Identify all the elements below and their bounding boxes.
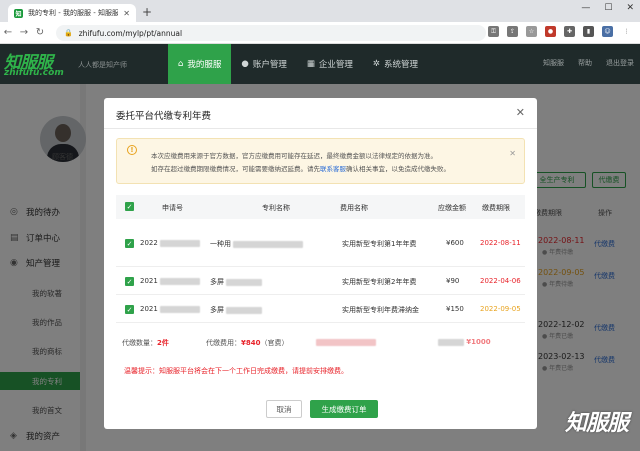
url-text: zhifufu.com/mylp/pt/annual xyxy=(78,28,183,38)
puzzle-icon[interactable]: ✚ xyxy=(564,26,575,37)
forward-arrow-icon[interactable]: → xyxy=(16,27,32,38)
share-icon[interactable]: ⇪ xyxy=(507,26,518,37)
user-icon: ● xyxy=(241,59,249,69)
annual-fee-modal: 委托平台代缴专利年费 ✕ ! 本次应缴费用来源于官方数据，官方应缴费用可能存在延… xyxy=(104,98,537,429)
gear-icon: ✲ xyxy=(372,59,381,69)
sidebar-icon[interactable]: ▮ xyxy=(583,26,594,37)
row-checkbox[interactable]: ✓ xyxy=(125,305,134,314)
back-arrow-icon[interactable]: ← xyxy=(0,27,16,38)
minimize-button[interactable]: — xyxy=(581,3,590,13)
maximize-button[interactable]: ☐ xyxy=(604,3,612,13)
generate-order-button[interactable]: 生成缴费订单 xyxy=(310,400,378,418)
extension-a-icon[interactable]: ● xyxy=(545,26,556,37)
summary-extra: ¥1000 xyxy=(438,338,491,346)
star-icon[interactable]: ☆ xyxy=(526,26,537,37)
reload-icon[interactable]: ↻ xyxy=(32,27,48,38)
browser-tabbar: 知 我的专利 - 我的服服 - 知服服 ✕ + — ☐ ✕ xyxy=(0,0,640,22)
browser-toolbar: ← → ↻ 🔒 zhifufu.com/mylp/pt/annual ⚿ ⇪ ☆… xyxy=(0,22,640,44)
warm-tip: 温馨提示：知服服平台将会在下一个工作日完成缴费，请提前安排缴费。 xyxy=(124,367,348,375)
site-logo-sub: zhifufu.com xyxy=(4,68,64,78)
table-row[interactable]: ✓ 2021 多屏 实用新型专利第2年年费 ¥90 2022-04-06 xyxy=(116,267,525,295)
header-user-link[interactable]: 知服服 xyxy=(543,58,564,68)
nav-item-system[interactable]: ✲ 系统管理 xyxy=(363,44,428,84)
row-checkbox[interactable]: ✓ xyxy=(125,277,134,286)
row-patent-name: 一种用 xyxy=(210,239,303,249)
row-app-no: 2021 xyxy=(140,277,200,285)
row-app-no: 2021 xyxy=(140,305,200,313)
nav-item-account[interactable]: ● 账户管理 xyxy=(231,44,296,84)
row-amount: ¥90 xyxy=(446,277,460,285)
row-checkbox[interactable]: ✓ xyxy=(125,239,134,248)
contact-service-link[interactable]: 联系客服 xyxy=(320,165,346,173)
header-logout-link[interactable]: 退出登录 xyxy=(606,58,634,68)
profile-icon[interactable]: ☺ xyxy=(602,26,613,37)
row-fee-name: 实用新型专利年费滞纳金 xyxy=(342,306,419,314)
main-nav: ⌂ 我的服服 ● 账户管理 ▦ 企业管理 ✲ 系统管理 xyxy=(168,44,428,84)
summary-count: 代缴数量：2件 xyxy=(122,339,169,347)
summary-fee: 代缴费用：¥840（官费） xyxy=(206,339,289,347)
close-window-button[interactable]: ✕ xyxy=(626,3,634,13)
menu-icon[interactable]: ⋮ xyxy=(621,26,632,37)
address-bar[interactable]: 🔒 zhifufu.com/mylp/pt/annual xyxy=(56,25,486,41)
new-tab-button[interactable]: + xyxy=(142,5,152,19)
row-fee-name: 实用新型专利第1年年费 xyxy=(342,240,417,248)
row-patent-name: 多屏 xyxy=(210,305,262,315)
row-amount: ¥150 xyxy=(446,305,464,313)
row-deadline: 2022-08-11 xyxy=(480,239,521,247)
col-patent-name: 专利名称 xyxy=(262,204,290,212)
home-icon: ⌂ xyxy=(178,59,184,69)
modal-title: 委托平台代缴专利年费 xyxy=(116,111,212,122)
select-all-checkbox[interactable]: ✓ xyxy=(125,202,134,211)
key-icon[interactable]: ⚿ xyxy=(488,26,499,37)
table-row[interactable]: ✓ 2022 一种用 实用新型专利第1年年费 ¥600 2022-08-11 xyxy=(116,219,525,267)
row-fee-name: 实用新型专利第2年年费 xyxy=(342,278,417,286)
notice-line-2: 如存在超过缴费期限缴费情况，可能需要缴纳迟延费。请先联系客服确认相关事宜，以免造… xyxy=(151,165,450,173)
col-app-no: 申请号 xyxy=(162,204,183,212)
nav-item-enterprise[interactable]: ▦ 企业管理 xyxy=(297,44,363,84)
site-favicon-icon: 知 xyxy=(14,8,23,18)
row-amount: ¥600 xyxy=(446,239,464,247)
table-header: ✓ 申请号 专利名称 费用名称 应缴金额 缴费期限 xyxy=(116,195,525,219)
window-controls: — ☐ ✕ xyxy=(581,3,634,13)
row-patent-name: 多屏 xyxy=(210,277,262,287)
building-icon: ▦ xyxy=(306,59,315,69)
lock-icon: 🔒 xyxy=(64,29,73,37)
site-header: 知服服 zhifufu.com 人人都是知产师 ⌂ 我的服服 ● 账户管理 ▦ 企业管… xyxy=(0,44,640,84)
row-deadline: 2022-09-05 xyxy=(480,305,521,313)
row-app-no: 2022 xyxy=(140,239,200,247)
col-fee-name: 费用名称 xyxy=(340,204,368,212)
tab-title: 我的专利 - 我的服服 - 知服服 xyxy=(28,9,119,17)
col-deadline: 缴费期限 xyxy=(482,204,510,212)
notice-close-icon[interactable]: ✕ xyxy=(509,149,516,158)
table-row[interactable]: ✓ 2021 多屏 实用新型专利年费滞纳金 ¥150 2022-09-05 xyxy=(116,295,525,323)
summary-blur xyxy=(316,338,376,346)
tab-close-icon[interactable]: ✕ xyxy=(123,9,130,18)
notice-box: ! 本次应缴费用来源于官方数据，官方应缴费用可能存在延迟，最终缴费金额以法律规定… xyxy=(116,138,525,184)
watermark-logo: 知服服 xyxy=(564,411,629,436)
header-right: 知服服 帮助 退出登录 xyxy=(543,58,634,68)
warning-icon: ! xyxy=(127,145,137,155)
col-amount: 应缴金额 xyxy=(438,204,466,212)
browser-tab[interactable]: 知 我的专利 - 我的服服 - 知服服 ✕ xyxy=(8,4,136,22)
modal-close-icon[interactable]: ✕ xyxy=(516,106,525,119)
nav-item-my-fufu[interactable]: ⌂ 我的服服 xyxy=(168,44,232,84)
cancel-button[interactable]: 取消 xyxy=(266,400,302,418)
extension-icons: ⚿ ⇪ ☆ ● ✚ ▮ ☺ ⋮ xyxy=(488,26,632,37)
row-deadline: 2022-04-06 xyxy=(480,277,521,285)
header-help-link[interactable]: 帮助 xyxy=(578,58,592,68)
site-slogan: 人人都是知产师 xyxy=(78,61,127,69)
notice-line-1: 本次应缴费用来源于官方数据，官方应缴费用可能存在延迟，最终缴费金额以法律规定的依… xyxy=(151,152,437,160)
